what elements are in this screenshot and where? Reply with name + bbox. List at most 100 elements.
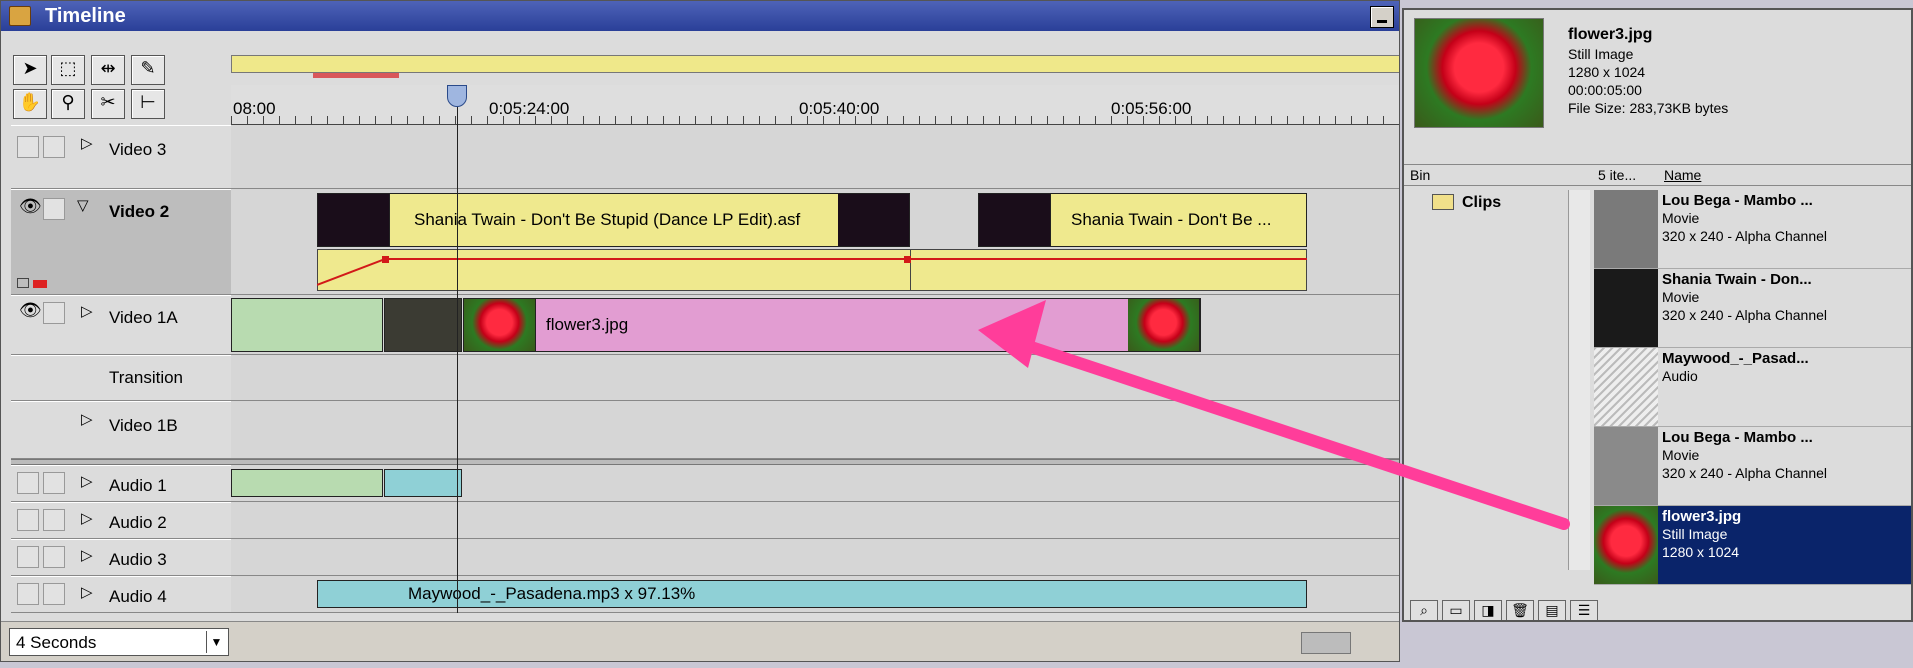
track-header-video3[interactable]: ▷ Video 3 (11, 125, 231, 189)
lock-toggle[interactable] (43, 509, 65, 531)
chevron-down-icon[interactable]: ▼ (206, 631, 226, 653)
range-select-tool-icon[interactable]: ⬚ (51, 55, 85, 85)
item-type: Movie (1662, 289, 1700, 305)
item-name: Lou Bega - Mambo ... (1662, 192, 1813, 209)
clip-video2-b[interactable]: Shania Twain - Don't Be ... (978, 193, 1307, 247)
item-name: Maywood_-_Pasad... (1662, 350, 1809, 367)
bin-folder-scrollbar[interactable] (1568, 190, 1590, 570)
selection-tool-icon[interactable]: ➤ (13, 55, 47, 85)
list-item-lou-bega-2[interactable]: Lou Bega - Mambo ... Movie 320 x 240 - A… (1594, 427, 1911, 506)
mute-toggle[interactable] (17, 583, 39, 605)
list-view-icon[interactable]: ☰ (1570, 600, 1598, 620)
folder-clips[interactable]: Clips (1432, 194, 1582, 216)
lane-transition[interactable] (231, 355, 1399, 401)
expand-triangle-icon[interactable]: ▷ (81, 472, 93, 490)
item-info: 320 x 240 - Alpha Channel (1662, 465, 1828, 481)
lock-toggle[interactable] (43, 136, 65, 158)
playhead-handle[interactable] (447, 85, 467, 107)
razor-tool-icon[interactable]: ✂ (91, 89, 125, 119)
delete-icon[interactable]: 🗑 (1506, 600, 1534, 620)
lock-toggle[interactable] (43, 302, 65, 324)
item-type: Audio (1662, 368, 1698, 384)
expand-triangle-icon[interactable]: ▷ (81, 583, 93, 601)
lock-toggle[interactable] (43, 472, 65, 494)
item-info: 1280 x 1024 (1662, 544, 1740, 560)
lane-audio1[interactable] (231, 465, 1399, 502)
hand-tool-icon[interactable]: ✋ (13, 89, 47, 119)
expand-triangle-icon[interactable]: ▷ (81, 134, 93, 152)
list-item-lou-bega-1[interactable]: Lou Bega - Mambo ... Movie 320 x 240 - A… (1594, 190, 1911, 269)
opacity-toggle[interactable] (33, 280, 47, 288)
eye-icon[interactable]: 👁 (19, 196, 42, 217)
preview-filesize: File Size: 283,73KB bytes (1568, 100, 1729, 116)
track-label: Video 1B (109, 416, 178, 435)
folder-icon (1432, 194, 1454, 210)
clip-flower3[interactable]: flower3.jpg (463, 298, 1201, 352)
lane-audio3[interactable] (231, 539, 1399, 576)
mute-toggle[interactable] (17, 472, 39, 494)
visibility-toggle[interactable] (17, 136, 39, 158)
clip-video1a-green[interactable] (231, 298, 383, 352)
expand-triangle-icon[interactable]: ▷ (81, 410, 93, 428)
col-bin-header[interactable]: Bin (1410, 167, 1430, 183)
item-type: Movie (1662, 447, 1700, 463)
mute-toggle[interactable] (17, 509, 39, 531)
item-name: Shania Twain - Don... (1662, 271, 1812, 288)
lock-toggle[interactable] (43, 198, 65, 220)
track-header-audio4[interactable]: ▷ Audio 4 (11, 576, 231, 613)
new-item-icon[interactable]: ◨ (1474, 600, 1502, 620)
clip-maywood[interactable]: Maywood_-_Pasadena.mp3 x 97.13% (317, 580, 1307, 608)
work-area-bar[interactable] (231, 55, 1399, 73)
preview-marker (313, 73, 399, 78)
icon-view-icon[interactable]: ▤ (1538, 600, 1566, 620)
zoom-select[interactable]: 4 Seconds ▼ (9, 628, 229, 656)
lane-video3[interactable] (231, 125, 1399, 189)
zoom-value: 4 Seconds (16, 633, 97, 652)
mute-toggle[interactable] (17, 546, 39, 568)
keyframe-toggle[interactable] (17, 278, 29, 288)
find-icon[interactable]: ⌕ (1410, 600, 1438, 620)
track-header-transition[interactable]: Transition (11, 355, 231, 401)
opacity-line[interactable] (317, 249, 1307, 291)
track-header-audio1[interactable]: ▷ Audio 1 (11, 465, 231, 502)
new-bin-icon[interactable]: ▭ (1442, 600, 1470, 620)
list-item-shania[interactable]: Shania Twain - Don... Movie 320 x 240 - … (1594, 269, 1911, 348)
track-header-video1b[interactable]: ▷ Video 1B (11, 401, 231, 459)
preview-type: Still Image (1568, 46, 1634, 62)
eye-icon[interactable]: 👁 (19, 300, 42, 321)
lane-video1a[interactable]: flower3.jpg (231, 295, 1399, 355)
time-ruler[interactable]: 08:00 0:05:24:00 0:05:40:00 0:05:56:00 (231, 85, 1399, 125)
track-header-audio2[interactable]: ▷ Audio 2 (11, 502, 231, 539)
list-item-maywood[interactable]: Maywood_-_Pasad... Audio (1594, 348, 1911, 427)
lock-toggle[interactable] (43, 546, 65, 568)
clip-transition-thumb[interactable] (384, 298, 462, 352)
expand-triangle-icon[interactable]: ▷ (81, 509, 93, 527)
preview-thumbnail (1414, 18, 1544, 128)
lane-audio2[interactable] (231, 502, 1399, 539)
col-items-header[interactable]: 5 ite... (1598, 167, 1636, 183)
clip-video2-a[interactable]: Shania Twain - Don't Be Stupid (Dance LP… (317, 193, 910, 247)
track-header-video2[interactable]: 👁 ▽ Video 2 (11, 189, 231, 295)
pen-tool-icon[interactable]: ✎ (131, 55, 165, 85)
clip-thumbnail-end (1128, 299, 1200, 351)
lock-toggle[interactable] (43, 583, 65, 605)
lane-video1b[interactable] (231, 401, 1399, 459)
clip-audio1-wave[interactable] (384, 469, 462, 497)
window-title[interactable]: Timeline (1, 1, 1399, 31)
track-label: Audio 4 (109, 587, 167, 606)
track-header-video1a[interactable]: 👁 ▷ Video 1A (11, 295, 231, 355)
clip-audio1-green[interactable] (231, 469, 383, 497)
list-item-flower3-selected[interactable]: flower3.jpg Still Image 1280 x 1024 (1594, 506, 1911, 585)
col-name-header[interactable]: Name (1664, 167, 1701, 183)
in-out-tool-icon[interactable]: ⊢ (131, 89, 165, 119)
horizontal-scrollbar-thumb[interactable] (1301, 632, 1351, 654)
zoom-tool-icon[interactable]: ⚲ (51, 89, 85, 119)
lane-audio4[interactable]: Maywood_-_Pasadena.mp3 x 97.13% (231, 576, 1399, 613)
collapse-triangle-icon[interactable]: ▽ (77, 196, 89, 214)
ripple-edit-tool-icon[interactable]: ⇹ (91, 55, 125, 85)
expand-triangle-icon[interactable]: ▷ (81, 546, 93, 564)
lane-video2[interactable]: Shania Twain - Don't Be Stupid (Dance LP… (231, 189, 1399, 295)
expand-triangle-icon[interactable]: ▷ (81, 302, 93, 320)
minimize-button[interactable] (1370, 6, 1394, 28)
track-header-audio3[interactable]: ▷ Audio 3 (11, 539, 231, 576)
